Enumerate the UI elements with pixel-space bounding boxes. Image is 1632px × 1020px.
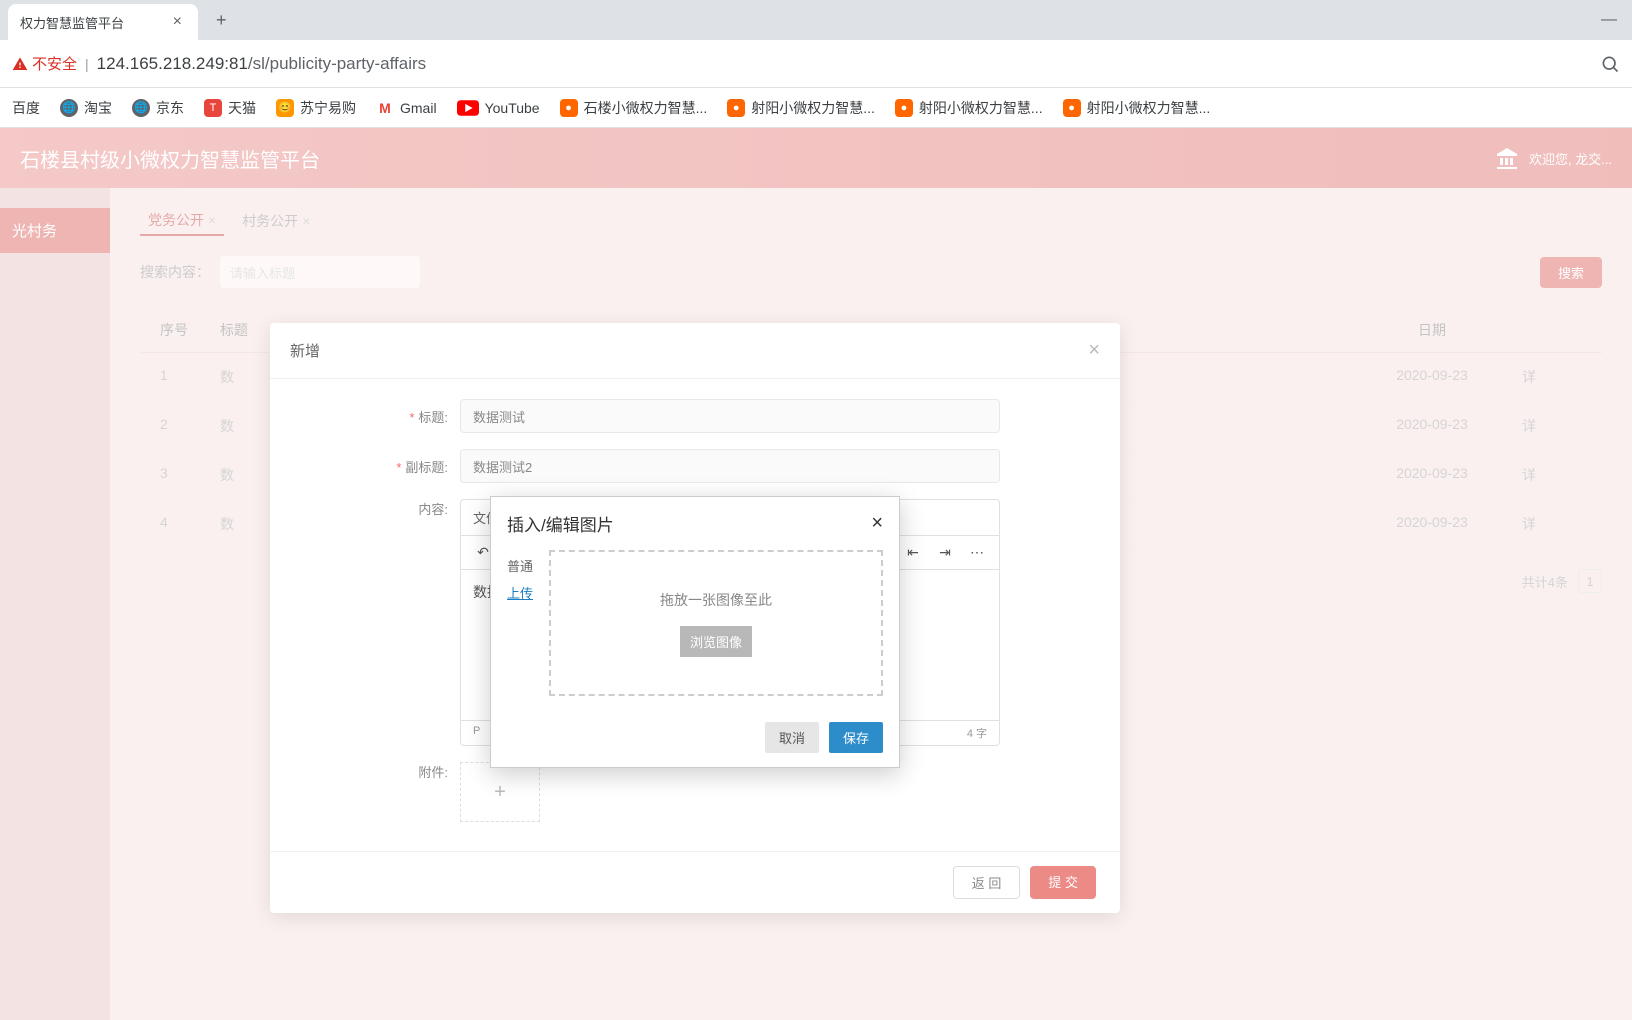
address-bar: 不安全 | 124.165.218.249:81/sl/publicity-pa… (0, 40, 1632, 88)
image-dropzone[interactable]: 拖放一张图像至此 浏览图像 ↖ (549, 550, 883, 696)
bookmark-sheyang-1[interactable]: ●射阳小微权力智慧... (727, 98, 875, 118)
tab-close-icon[interactable]: × (169, 13, 186, 31)
form-row-subtitle: *副标题: 数据测试2 (290, 449, 1100, 483)
bookmark-gmail[interactable]: MGmail (376, 99, 437, 117)
bookmarks-bar: 百度 🌐淘宝 🌐京东 T天猫 😊苏宁易购 MGmail YouTube ●石楼小… (0, 88, 1632, 128)
new-tab-button[interactable]: + (208, 6, 235, 35)
modal-image-tabs: 普通 上传 (507, 550, 533, 696)
rte-word-count: 4 字 (967, 725, 987, 741)
bookmark-taobao[interactable]: 🌐淘宝 (60, 98, 112, 118)
browse-image-button[interactable]: 浏览图像 ↖ (680, 626, 752, 657)
modal-image-title: 插入/编辑图片 (507, 511, 614, 536)
modal-image-close-button[interactable]: × (871, 512, 883, 535)
bookmark-sheyang-3[interactable]: ●射阳小微权力智慧... (1063, 98, 1211, 118)
window-controls: — (1586, 0, 1632, 40)
suning-icon: 😊 (276, 99, 294, 117)
modal-image-body: 普通 上传 拖放一张图像至此 浏览图像 ↖ (491, 550, 899, 712)
tmall-icon: T (204, 99, 222, 117)
globe-icon: 🌐 (132, 99, 150, 117)
modal-add-title: 新增 (290, 340, 320, 361)
cancel-button[interactable]: 取消 (765, 722, 819, 753)
modal-add-header: 新增 × (270, 323, 1120, 379)
minimize-button[interactable]: — (1586, 0, 1632, 40)
bookmark-suning[interactable]: 😊苏宁易购 (276, 98, 356, 118)
back-button[interactable]: 返 回 (953, 866, 1021, 899)
modal-image-header: 插入/编辑图片 × (491, 497, 899, 550)
submit-button[interactable]: 提 交 (1030, 866, 1096, 899)
modal-add-footer: 返 回 提 交 (270, 851, 1120, 913)
app-area: 石楼县村级小微权力智慧监管平台 欢迎您, 龙交... 光村务 党务公开× 村务公… (0, 128, 1632, 1020)
form-row-attach: 附件: + (290, 762, 1100, 822)
outdent-icon[interactable]: ⇤ (903, 544, 923, 561)
globe-icon: 🌐 (60, 99, 78, 117)
rte-path: P (473, 725, 480, 741)
form-row-title: *标题: 数据测试 (290, 399, 1100, 433)
bookmark-youtube[interactable]: YouTube (457, 99, 540, 117)
site-icon: ● (1063, 99, 1081, 117)
input-subtitle[interactable]: 数据测试2 (460, 449, 1000, 483)
address-separator: | (85, 56, 89, 72)
security-warning-icon[interactable]: 不安全 (12, 53, 77, 74)
site-icon: ● (560, 99, 578, 117)
dropzone-text: 拖放一张图像至此 (660, 590, 772, 610)
label-attach: 附件: (418, 765, 448, 780)
bookmark-shilou[interactable]: ●石楼小微权力智慧... (560, 98, 708, 118)
label-content: 内容: (418, 502, 448, 517)
tab-strip: 权力智慧监管平台 × + — (0, 0, 1632, 40)
browser-tab[interactable]: 权力智慧监管平台 × (8, 4, 198, 40)
tab-general[interactable]: 普通 (507, 556, 533, 575)
label-title: 标题: (418, 410, 448, 425)
label-subtitle: 副标题: (405, 460, 448, 475)
add-attachment-button[interactable]: + (460, 762, 540, 822)
tab-upload[interactable]: 上传 (507, 583, 533, 602)
bookmark-baidu[interactable]: 百度 (12, 98, 40, 118)
search-icon[interactable] (1600, 54, 1620, 74)
bookmark-tmall[interactable]: T天猫 (204, 98, 256, 118)
modal-image-upload: 插入/编辑图片 × 普通 上传 拖放一张图像至此 浏览图像 ↖ 取消 保存 (490, 496, 900, 768)
not-secure-label: 不安全 (32, 53, 77, 74)
site-icon: ● (727, 99, 745, 117)
gmail-icon: M (376, 99, 394, 117)
cursor-icon: ↖ (672, 650, 684, 667)
input-title[interactable]: 数据测试 (460, 399, 1000, 433)
modal-image-footer: 取消 保存 (491, 712, 899, 767)
bookmark-sheyang-2[interactable]: ●射阳小微权力智慧... (895, 98, 1043, 118)
indent-icon[interactable]: ⇥ (935, 544, 955, 561)
url-text[interactable]: 124.165.218.249:81/sl/publicity-party-af… (97, 54, 427, 74)
save-button[interactable]: 保存 (829, 722, 883, 753)
tab-title: 权力智慧监管平台 (20, 13, 124, 32)
youtube-icon (457, 99, 479, 117)
bookmark-jd[interactable]: 🌐京东 (132, 98, 184, 118)
modal-add-close-button[interactable]: × (1088, 339, 1100, 362)
browser-chrome: 权力智慧监管平台 × + — 不安全 | 124.165.218.249:81/… (0, 0, 1632, 128)
site-icon: ● (895, 99, 913, 117)
more-icon[interactable]: ⋯ (967, 544, 987, 561)
